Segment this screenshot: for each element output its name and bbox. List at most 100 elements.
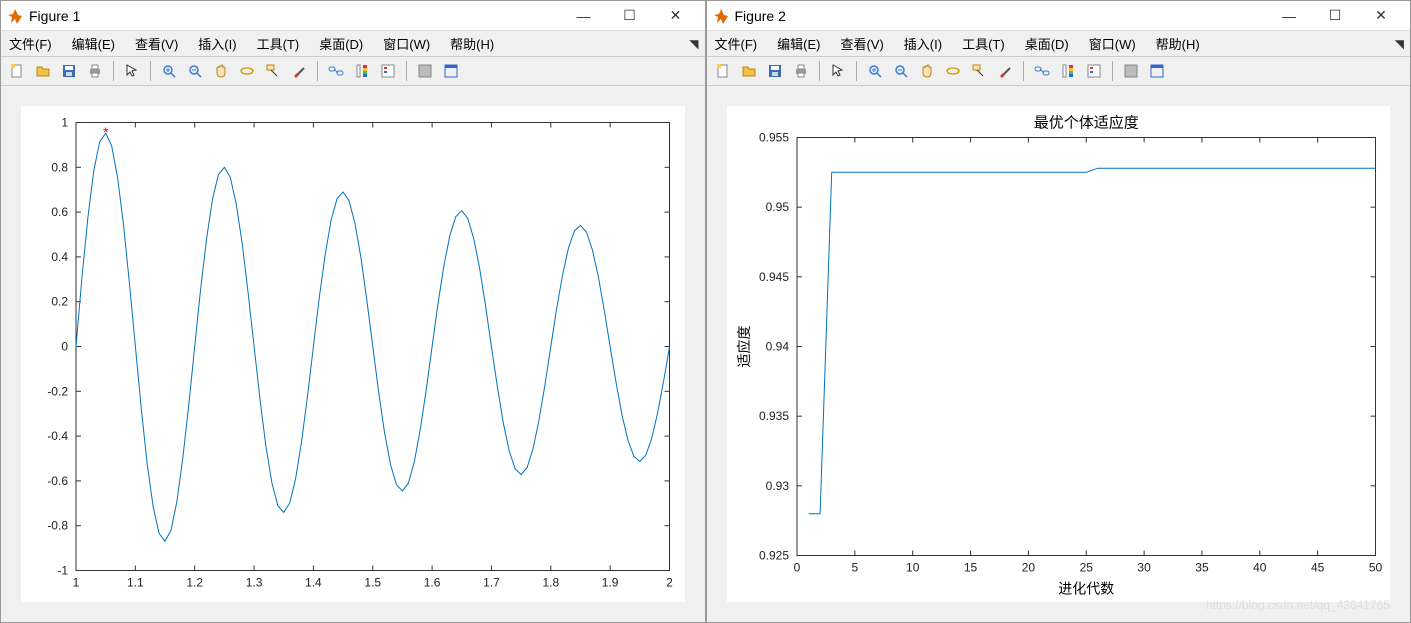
svg-text:1.5: 1.5: [364, 576, 381, 590]
toolbar-separator: [113, 61, 114, 81]
zoom-in-icon[interactable]: [863, 59, 887, 83]
menu-tools[interactable]: 工具(T): [253, 32, 304, 55]
svg-text:5: 5: [851, 561, 858, 575]
axes[interactable]: 051015202530354045500.9250.930.9350.940.…: [707, 86, 1411, 622]
legend-icon[interactable]: [376, 59, 400, 83]
hide-plot-icon[interactable]: [413, 59, 437, 83]
save-disk-icon[interactable]: [57, 59, 81, 83]
svg-text:10: 10: [906, 561, 920, 575]
printer-icon[interactable]: [83, 59, 107, 83]
svg-text:-0.8: -0.8: [47, 519, 68, 533]
close-button[interactable]: ✕: [1358, 1, 1404, 31]
data-cursor-icon[interactable]: [967, 59, 991, 83]
menu-help[interactable]: 帮助(H): [446, 32, 498, 55]
rotate3d-icon[interactable]: [235, 59, 259, 83]
link-icon[interactable]: [324, 59, 348, 83]
menu-file[interactable]: 文件(F): [5, 32, 56, 55]
menu-window[interactable]: 窗口(W): [1085, 32, 1140, 55]
svg-text:0.4: 0.4: [51, 250, 68, 264]
svg-text:1.9: 1.9: [602, 576, 619, 590]
svg-text:0.955: 0.955: [758, 131, 788, 145]
svg-text:-1: -1: [57, 564, 68, 578]
close-button[interactable]: ✕: [653, 1, 699, 31]
pan-hand-icon[interactable]: [209, 59, 233, 83]
menu-edit[interactable]: 编辑(E): [68, 32, 119, 55]
brush-icon[interactable]: [287, 59, 311, 83]
svg-text:0.8: 0.8: [51, 160, 68, 174]
zoom-out-icon[interactable]: [183, 59, 207, 83]
svg-text:1.6: 1.6: [424, 576, 441, 590]
axes[interactable]: 11.11.21.31.41.51.61.71.81.92-1-0.8-0.6-…: [1, 86, 705, 622]
svg-text:0: 0: [61, 340, 68, 354]
chart-figure1: 11.11.21.31.41.51.61.71.81.92-1-0.8-0.6-…: [21, 106, 685, 602]
menu-edit[interactable]: 编辑(E): [773, 32, 824, 55]
save-disk-icon[interactable]: [763, 59, 787, 83]
link-icon[interactable]: [1030, 59, 1054, 83]
printer-icon[interactable]: [789, 59, 813, 83]
titlebar[interactable]: Figure 1 — ☐ ✕: [1, 1, 705, 31]
menu-view[interactable]: 查看(V): [836, 32, 887, 55]
dock-icon[interactable]: [1145, 59, 1169, 83]
maximize-button[interactable]: ☐: [1312, 1, 1358, 31]
minimize-button[interactable]: —: [1266, 1, 1312, 31]
toolbar-separator: [1023, 61, 1024, 81]
titlebar[interactable]: Figure 2 — ☐ ✕: [707, 1, 1411, 31]
zoom-in-icon[interactable]: [157, 59, 181, 83]
pointer-icon[interactable]: [120, 59, 144, 83]
svg-text:35: 35: [1195, 561, 1209, 575]
brush-icon[interactable]: [993, 59, 1017, 83]
colorbar-icon[interactable]: [350, 59, 374, 83]
svg-text:1.8: 1.8: [542, 576, 559, 590]
svg-text:1: 1: [61, 116, 68, 130]
toolbar: [1, 57, 705, 86]
svg-text:1: 1: [73, 576, 80, 590]
open-folder-icon[interactable]: [31, 59, 55, 83]
svg-text:0: 0: [793, 561, 800, 575]
toolbar-separator: [150, 61, 151, 81]
menu-overflow-icon[interactable]: ◥: [689, 37, 698, 51]
hide-plot-icon[interactable]: [1119, 59, 1143, 83]
legend-icon[interactable]: [1082, 59, 1106, 83]
menu-view[interactable]: 查看(V): [131, 32, 182, 55]
svg-text:0.2: 0.2: [51, 295, 68, 309]
svg-text:进化代数: 进化代数: [1058, 581, 1114, 597]
menu-help[interactable]: 帮助(H): [1152, 32, 1204, 55]
menu-window[interactable]: 窗口(W): [379, 32, 434, 55]
pointer-icon[interactable]: [826, 59, 850, 83]
svg-text:45: 45: [1310, 561, 1324, 575]
menu-insert[interactable]: 插入(I): [900, 32, 946, 55]
menu-file[interactable]: 文件(F): [711, 32, 762, 55]
svg-text:20: 20: [1021, 561, 1035, 575]
svg-text:40: 40: [1253, 561, 1267, 575]
maximize-button[interactable]: ☐: [607, 1, 653, 31]
svg-text:1.4: 1.4: [305, 576, 322, 590]
menu-insert[interactable]: 插入(I): [194, 32, 240, 55]
data-cursor-icon[interactable]: [261, 59, 285, 83]
chart-figure2: 051015202530354045500.9250.930.9350.940.…: [727, 106, 1391, 602]
svg-text:0.6: 0.6: [51, 205, 68, 219]
minimize-button[interactable]: —: [561, 1, 607, 31]
dock-icon[interactable]: [439, 59, 463, 83]
zoom-out-icon[interactable]: [889, 59, 913, 83]
new-file-icon[interactable]: [5, 59, 29, 83]
svg-text:-0.6: -0.6: [47, 474, 68, 488]
colorbar-icon[interactable]: [1056, 59, 1080, 83]
menu-desktop[interactable]: 桌面(D): [315, 32, 367, 55]
toolbar-separator: [856, 61, 857, 81]
rotate3d-icon[interactable]: [941, 59, 965, 83]
svg-text:-0.4: -0.4: [47, 429, 68, 443]
svg-text:0.945: 0.945: [758, 270, 788, 284]
svg-text:50: 50: [1368, 561, 1382, 575]
pan-hand-icon[interactable]: [915, 59, 939, 83]
menu-desktop[interactable]: 桌面(D): [1021, 32, 1073, 55]
open-folder-icon[interactable]: [737, 59, 761, 83]
new-file-icon[interactable]: [711, 59, 735, 83]
figure2-window: Figure 2 — ☐ ✕ 文件(F) 编辑(E) 查看(V) 插入(I) 工…: [706, 0, 1411, 623]
matlab-icon: [713, 8, 729, 24]
svg-text:0.93: 0.93: [765, 479, 789, 493]
svg-text:25: 25: [1079, 561, 1093, 575]
menu-tools[interactable]: 工具(T): [958, 32, 1009, 55]
menu-overflow-icon[interactable]: ◥: [1395, 37, 1404, 51]
svg-text:最优个体适应度: 最优个体适应度: [1033, 114, 1138, 132]
toolbar-separator: [819, 61, 820, 81]
